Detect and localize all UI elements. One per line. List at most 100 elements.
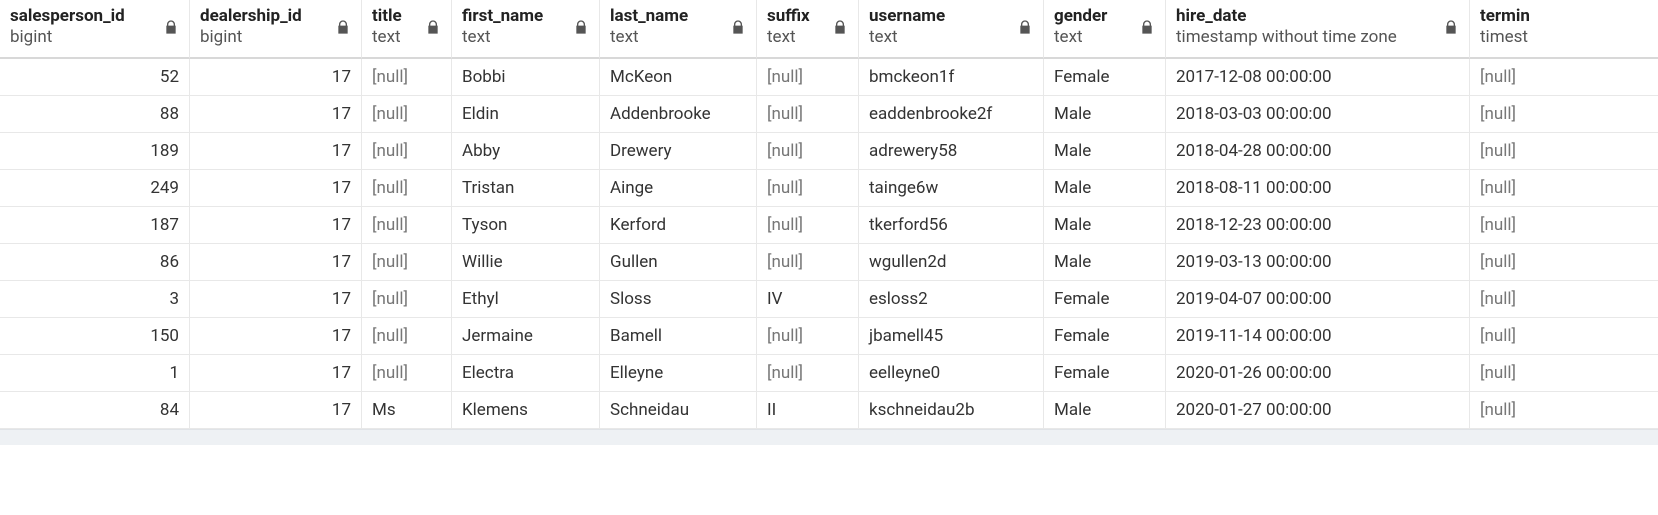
table-row[interactable]: 8817[null]EldinAddenbrooke[null]eaddenbr… bbox=[0, 96, 1658, 133]
cell-gender[interactable]: Male bbox=[1044, 244, 1166, 281]
cell-suffix[interactable]: [null] bbox=[757, 244, 859, 281]
cell-termin[interactable]: [null] bbox=[1470, 318, 1658, 355]
cell-suffix[interactable]: [null] bbox=[757, 318, 859, 355]
cell-termin[interactable]: [null] bbox=[1470, 355, 1658, 392]
cell-last_name[interactable]: Addenbrooke bbox=[600, 96, 757, 133]
cell-title[interactable]: [null] bbox=[362, 318, 452, 355]
cell-termin[interactable]: [null] bbox=[1470, 392, 1658, 429]
cell-first_name[interactable]: Ethyl bbox=[452, 281, 600, 318]
cell-suffix[interactable]: [null] bbox=[757, 207, 859, 244]
cell-termin[interactable]: [null] bbox=[1470, 96, 1658, 133]
cell-username[interactable]: jbamell45 bbox=[859, 318, 1044, 355]
table-row[interactable]: 18917[null]AbbyDrewery[null]adrewery58Ma… bbox=[0, 133, 1658, 170]
cell-termin[interactable]: [null] bbox=[1470, 207, 1658, 244]
cell-username[interactable]: eaddenbrooke2f bbox=[859, 96, 1044, 133]
cell-suffix[interactable]: [null] bbox=[757, 170, 859, 207]
cell-salesperson_id[interactable]: 52 bbox=[0, 59, 190, 96]
cell-hire_date[interactable]: 2018-04-28 00:00:00 bbox=[1166, 133, 1470, 170]
column-header-dealership_id[interactable]: dealership_id bigint bbox=[190, 0, 362, 59]
table-row[interactable]: 5217[null]BobbiMcKeon[null]bmckeon1fFema… bbox=[0, 59, 1658, 96]
cell-last_name[interactable]: Elleyne bbox=[600, 355, 757, 392]
cell-title[interactable]: [null] bbox=[362, 133, 452, 170]
table-row[interactable]: 117[null]ElectraElleyne[null]eelleyne0Fe… bbox=[0, 355, 1658, 392]
cell-termin[interactable]: [null] bbox=[1470, 281, 1658, 318]
cell-hire_date[interactable]: 2019-04-07 00:00:00 bbox=[1166, 281, 1470, 318]
cell-last_name[interactable]: Sloss bbox=[600, 281, 757, 318]
cell-title[interactable]: Ms bbox=[362, 392, 452, 429]
cell-last_name[interactable]: Ainge bbox=[600, 170, 757, 207]
cell-dealership_id[interactable]: 17 bbox=[190, 170, 362, 207]
cell-first_name[interactable]: Abby bbox=[452, 133, 600, 170]
cell-dealership_id[interactable]: 17 bbox=[190, 96, 362, 133]
cell-hire_date[interactable]: 2017-12-08 00:00:00 bbox=[1166, 59, 1470, 96]
cell-title[interactable]: [null] bbox=[362, 355, 452, 392]
cell-salesperson_id[interactable]: 3 bbox=[0, 281, 190, 318]
table-row[interactable]: 8417MsKlemensSchneidauIIkschneidau2bMale… bbox=[0, 392, 1658, 429]
cell-username[interactable]: adrewery58 bbox=[859, 133, 1044, 170]
cell-last_name[interactable]: Bamell bbox=[600, 318, 757, 355]
cell-dealership_id[interactable]: 17 bbox=[190, 207, 362, 244]
cell-title[interactable]: [null] bbox=[362, 170, 452, 207]
cell-first_name[interactable]: Willie bbox=[452, 244, 600, 281]
cell-dealership_id[interactable]: 17 bbox=[190, 281, 362, 318]
cell-title[interactable]: [null] bbox=[362, 207, 452, 244]
cell-gender[interactable]: Female bbox=[1044, 355, 1166, 392]
cell-last_name[interactable]: McKeon bbox=[600, 59, 757, 96]
table-row[interactable]: 15017[null]JermaineBamell[null]jbamell45… bbox=[0, 318, 1658, 355]
cell-termin[interactable]: [null] bbox=[1470, 244, 1658, 281]
cell-title[interactable]: [null] bbox=[362, 96, 452, 133]
cell-gender[interactable]: Female bbox=[1044, 318, 1166, 355]
cell-hire_date[interactable]: 2018-08-11 00:00:00 bbox=[1166, 170, 1470, 207]
table-row[interactable]: 317[null]EthylSlossIVesloss2Female2019-0… bbox=[0, 281, 1658, 318]
table-row[interactable]: 18717[null]TysonKerford[null]tkerford56M… bbox=[0, 207, 1658, 244]
cell-suffix[interactable]: II bbox=[757, 392, 859, 429]
cell-username[interactable]: kschneidau2b bbox=[859, 392, 1044, 429]
cell-salesperson_id[interactable]: 249 bbox=[0, 170, 190, 207]
cell-first_name[interactable]: Jermaine bbox=[452, 318, 600, 355]
cell-salesperson_id[interactable]: 88 bbox=[0, 96, 190, 133]
cell-hire_date[interactable]: 2020-01-26 00:00:00 bbox=[1166, 355, 1470, 392]
cell-dealership_id[interactable]: 17 bbox=[190, 392, 362, 429]
column-header-last_name[interactable]: last_name text bbox=[600, 0, 757, 59]
cell-salesperson_id[interactable]: 150 bbox=[0, 318, 190, 355]
cell-username[interactable]: eelleyne0 bbox=[859, 355, 1044, 392]
cell-hire_date[interactable]: 2018-03-03 00:00:00 bbox=[1166, 96, 1470, 133]
cell-last_name[interactable]: Schneidau bbox=[600, 392, 757, 429]
cell-gender[interactable]: Male bbox=[1044, 96, 1166, 133]
cell-termin[interactable]: [null] bbox=[1470, 59, 1658, 96]
cell-hire_date[interactable]: 2018-12-23 00:00:00 bbox=[1166, 207, 1470, 244]
cell-gender[interactable]: Female bbox=[1044, 281, 1166, 318]
cell-dealership_id[interactable]: 17 bbox=[190, 318, 362, 355]
column-header-username[interactable]: username text bbox=[859, 0, 1044, 59]
cell-last_name[interactable]: Kerford bbox=[600, 207, 757, 244]
column-header-suffix[interactable]: suffix text bbox=[757, 0, 859, 59]
cell-hire_date[interactable]: 2019-03-13 00:00:00 bbox=[1166, 244, 1470, 281]
cell-first_name[interactable]: Electra bbox=[452, 355, 600, 392]
cell-dealership_id[interactable]: 17 bbox=[190, 133, 362, 170]
cell-dealership_id[interactable]: 17 bbox=[190, 244, 362, 281]
cell-title[interactable]: [null] bbox=[362, 59, 452, 96]
cell-first_name[interactable]: Eldin bbox=[452, 96, 600, 133]
cell-dealership_id[interactable]: 17 bbox=[190, 59, 362, 96]
cell-dealership_id[interactable]: 17 bbox=[190, 355, 362, 392]
cell-termin[interactable]: [null] bbox=[1470, 170, 1658, 207]
cell-suffix[interactable]: [null] bbox=[757, 133, 859, 170]
table-row[interactable]: 24917[null]TristanAinge[null]tainge6wMal… bbox=[0, 170, 1658, 207]
cell-first_name[interactable]: Klemens bbox=[452, 392, 600, 429]
cell-username[interactable]: wgullen2d bbox=[859, 244, 1044, 281]
column-header-first_name[interactable]: first_name text bbox=[452, 0, 600, 59]
cell-gender[interactable]: Male bbox=[1044, 170, 1166, 207]
cell-first_name[interactable]: Bobbi bbox=[452, 59, 600, 96]
cell-title[interactable]: [null] bbox=[362, 244, 452, 281]
cell-gender[interactable]: Female bbox=[1044, 59, 1166, 96]
cell-gender[interactable]: Male bbox=[1044, 207, 1166, 244]
cell-termin[interactable]: [null] bbox=[1470, 133, 1658, 170]
column-header-hire_date[interactable]: hire_date timestamp without time zone bbox=[1166, 0, 1470, 59]
column-header-gender[interactable]: gender text bbox=[1044, 0, 1166, 59]
cell-salesperson_id[interactable]: 1 bbox=[0, 355, 190, 392]
cell-suffix[interactable]: IV bbox=[757, 281, 859, 318]
cell-gender[interactable]: Male bbox=[1044, 133, 1166, 170]
cell-hire_date[interactable]: 2019-11-14 00:00:00 bbox=[1166, 318, 1470, 355]
column-header-title[interactable]: title text bbox=[362, 0, 452, 59]
cell-suffix[interactable]: [null] bbox=[757, 59, 859, 96]
